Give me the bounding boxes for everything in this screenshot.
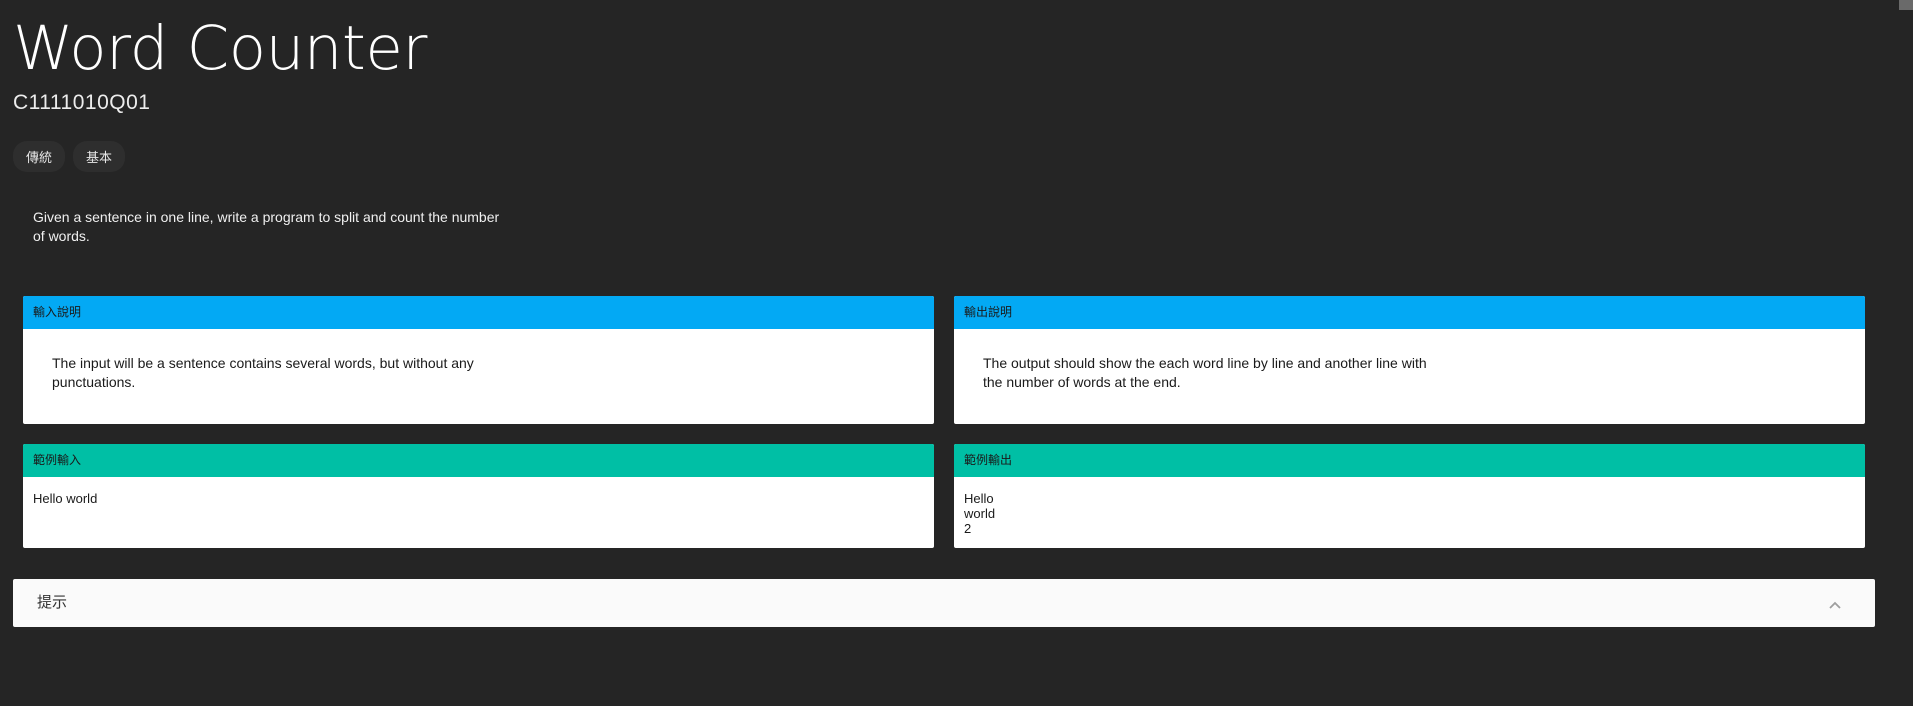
chevron-up-icon[interactable] (1828, 597, 1842, 609)
sample-input-header: 範例輸入 (23, 444, 934, 477)
sample-input-panel: 範例輸入 Hello world (23, 444, 934, 548)
problem-page: Word Counter C1111010Q01 傳統 基本 Given a s… (0, 0, 1913, 706)
output-explain-text: The output should show the each word lin… (983, 355, 1427, 390)
sample-output-panel: 範例輸出 Hello world 2 (954, 444, 1865, 548)
output-explain-header: 輸出說明 (954, 296, 1865, 329)
tag-list: 傳統 基本 (13, 141, 126, 172)
tag-chip[interactable]: 傳統 (13, 141, 66, 172)
scrollbar-corner[interactable] (1899, 0, 1913, 10)
input-explain-header: 輸入說明 (23, 296, 934, 329)
input-explain-panel: 輸入說明 The input will be a sentence contai… (23, 296, 934, 424)
output-explain-panel: 輸出說明 The output should show the each wor… (954, 296, 1865, 424)
hint-label: 提示 (37, 594, 68, 611)
page-title: Word Counter (13, 13, 427, 84)
input-explain-text: The input will be a sentence contains se… (52, 355, 474, 390)
problem-description: Given a sentence in one line, write a pr… (33, 209, 500, 244)
sample-input-text: Hello world (33, 491, 98, 506)
sample-output-header: 範例輸出 (954, 444, 1865, 477)
hint-expander[interactable]: 提示 (13, 579, 1875, 627)
tag-chip[interactable]: 基本 (73, 141, 126, 172)
problem-code: C1111010Q01 (13, 91, 151, 114)
sample-output-text: Hello world 2 (964, 491, 996, 536)
